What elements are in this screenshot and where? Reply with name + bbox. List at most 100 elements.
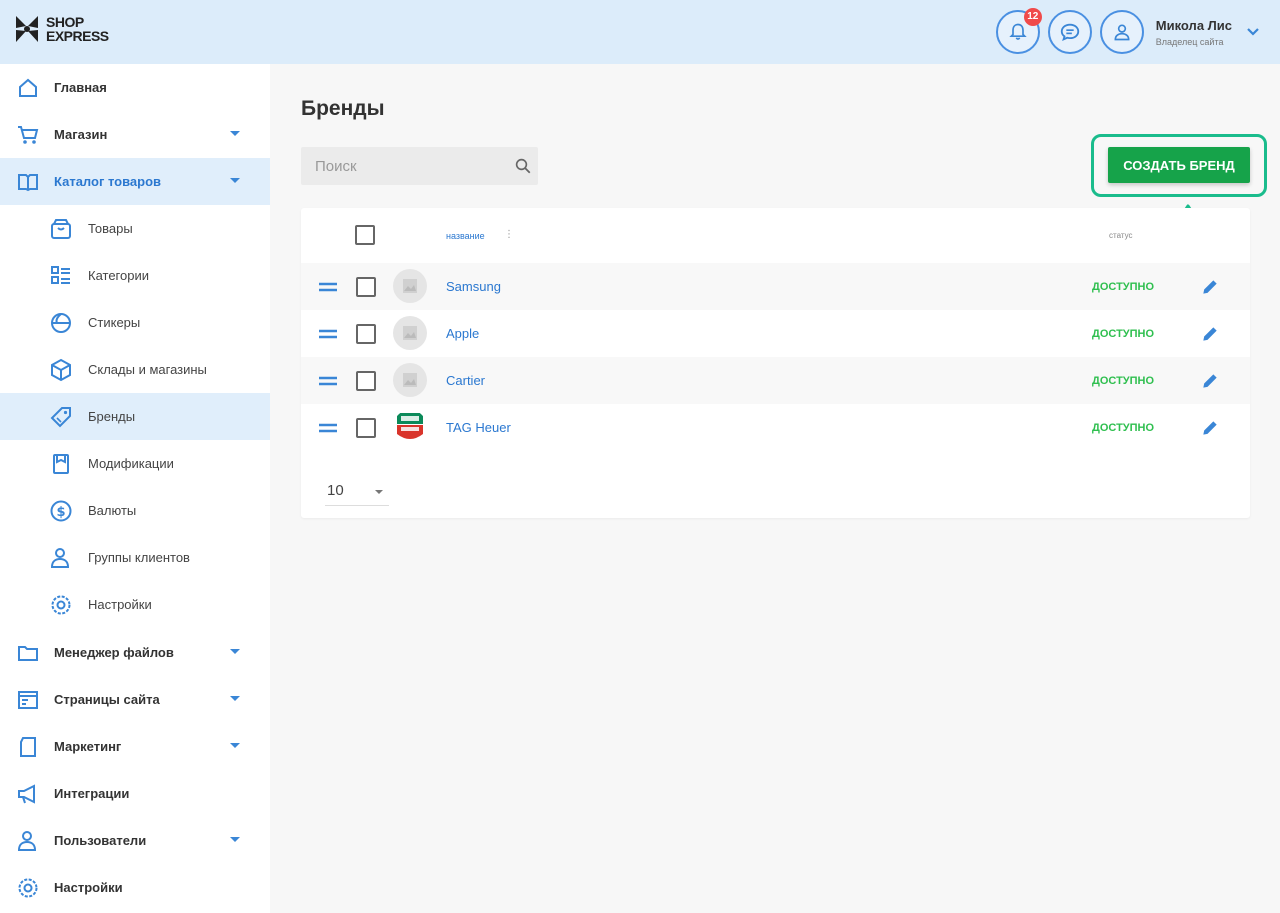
sort-icon[interactable]: ⋮: [504, 229, 514, 240]
top-actions: 12 Микола Лис Владелец сайта: [995, 8, 1260, 54]
sidebar-item-client-groups[interactable]: Группы клиентов: [0, 534, 270, 581]
table-row: TAG Heuer ДОСТУПНО: [301, 404, 1250, 451]
gear-icon: [51, 595, 71, 615]
per-page-select[interactable]: 10: [325, 480, 389, 506]
column-status-header: статус: [1109, 231, 1133, 240]
image-placeholder-icon: [403, 373, 417, 387]
tag-heuer-logo-icon: [397, 413, 423, 439]
chevron-down-icon: [230, 696, 240, 701]
brand-image-placeholder: [393, 269, 427, 303]
sidebar-item-brands[interactable]: Бренды: [0, 393, 270, 440]
sidebar-item-home[interactable]: Главная: [0, 64, 270, 111]
status-badge: ДОСТУПНО: [1092, 375, 1155, 387]
sidebar-item-catalog[interactable]: Каталог товаров: [0, 158, 270, 205]
brand-logo: [393, 410, 427, 444]
user-role: Владелец сайта: [1155, 36, 1224, 47]
pencil-icon[interactable]: [1200, 418, 1220, 438]
sidebar-item-integrations[interactable]: Интеграции: [0, 770, 270, 817]
sidebar-item-users[interactable]: Пользователи: [0, 817, 270, 864]
create-brand-button[interactable]: СОЗДАТЬ БРЕНД: [1108, 147, 1250, 183]
column-name-header[interactable]: название: [446, 231, 485, 241]
brands-table: название ⋮ статус Samsung ДОСТУПНО Apple…: [301, 208, 1250, 518]
currency-icon: $: [50, 500, 72, 522]
logo-text: SHOP EXPRESS: [46, 14, 109, 44]
brand-name-link[interactable]: Samsung: [446, 279, 501, 294]
book-icon: [18, 174, 38, 192]
status-badge: ДОСТУПНО: [1092, 281, 1155, 293]
bell-icon: [1009, 23, 1027, 40]
image-placeholder-icon: [403, 326, 417, 340]
chevron-down-icon: [230, 131, 240, 136]
table-row: Samsung ДОСТУПНО: [301, 263, 1250, 310]
messages-button[interactable]: [1047, 10, 1092, 54]
profile-button[interactable]: [1099, 10, 1144, 54]
chat-icon: [1060, 23, 1079, 41]
tag-icon: [50, 407, 71, 428]
top-bar: SHOP EXPRESS 12 Микола Лис Владелец сайт…: [0, 0, 1280, 64]
brand-name-link[interactable]: Cartier: [446, 373, 485, 388]
page-title: Бренды: [301, 97, 385, 120]
user-name: Микола Лис: [1155, 17, 1232, 33]
select-all-checkbox[interactable]: [355, 225, 375, 245]
sidebar-item-settings[interactable]: Настройки: [0, 864, 270, 911]
user-icon: [1114, 24, 1130, 41]
table-header: название ⋮ статус: [301, 208, 1250, 263]
chevron-down-icon: [230, 178, 240, 183]
sidebar-item-catalog-settings[interactable]: Настройки: [0, 581, 270, 628]
pencil-icon[interactable]: [1200, 324, 1220, 344]
drag-handle-icon[interactable]: [319, 282, 337, 292]
search-icon[interactable]: [514, 157, 532, 175]
sidebar-item-marketing[interactable]: Маркетинг: [0, 723, 270, 770]
chevron-down-icon: [230, 837, 240, 842]
sticker-icon: [51, 313, 71, 333]
sidebar-item-categories[interactable]: Категории: [0, 252, 270, 299]
brand-image-placeholder: [393, 316, 427, 350]
sidebar-item-modifications[interactable]: Модификации: [0, 440, 270, 487]
sidebar-item-stickers[interactable]: Стикеры: [0, 299, 270, 346]
sidebar-item-shop[interactable]: Магазин: [0, 111, 270, 158]
per-page-value: 10: [327, 482, 344, 499]
brand-name-link[interactable]: Apple: [446, 326, 479, 341]
drag-handle-icon[interactable]: [319, 423, 337, 433]
modification-icon: [53, 454, 69, 474]
chevron-down-icon: [375, 490, 383, 494]
drag-handle-icon[interactable]: [319, 329, 337, 339]
sidebar-item-products[interactable]: Товары: [0, 205, 270, 252]
categories-icon: [51, 266, 70, 284]
notifications-badge: 12: [1023, 8, 1042, 26]
user-menu[interactable]: Микола Лис Владелец сайта: [1156, 18, 1260, 47]
logo-mark-icon: [16, 16, 38, 42]
chevron-down-icon: [230, 649, 240, 654]
box-icon: [51, 219, 71, 239]
table-row: Cartier ДОСТУПНО: [301, 357, 1250, 404]
search-box: [301, 147, 538, 185]
brand-name-link[interactable]: TAG Heuer: [446, 420, 511, 435]
warehouse-icon: [51, 358, 71, 382]
pencil-icon[interactable]: [1200, 277, 1220, 297]
chevron-down-icon: [230, 743, 240, 748]
home-icon: [19, 78, 37, 97]
sidebar-item-currencies[interactable]: $ Валюты: [0, 487, 270, 534]
sidebar: Главная Магазин Каталог товаров Товары К…: [0, 64, 270, 913]
status-badge: ДОСТУПНО: [1092, 328, 1155, 340]
row-checkbox[interactable]: [356, 324, 376, 344]
chevron-down-icon: [1247, 28, 1259, 36]
sidebar-item-warehouses[interactable]: Склады и магазины: [0, 346, 270, 393]
search-input[interactable]: [301, 147, 501, 185]
table-row: Apple ДОСТУПНО: [301, 310, 1250, 357]
sidebar-item-file-manager[interactable]: Менеджер файлов: [0, 629, 270, 676]
logo[interactable]: SHOP EXPRESS: [14, 14, 109, 44]
brand-image-placeholder: [393, 363, 427, 397]
row-checkbox[interactable]: [356, 277, 376, 297]
cart-icon: [18, 126, 39, 144]
sidebar-item-site-pages[interactable]: Страницы сайта: [0, 676, 270, 723]
marketing-icon: [20, 737, 36, 757]
megaphone-icon: [18, 784, 35, 804]
folder-icon: [18, 646, 38, 661]
row-checkbox[interactable]: [356, 418, 376, 438]
drag-handle-icon[interactable]: [319, 376, 337, 386]
row-checkbox[interactable]: [356, 371, 376, 391]
pencil-icon[interactable]: [1200, 371, 1220, 391]
notifications-button[interactable]: 12: [995, 8, 1042, 54]
client-group-icon: [50, 548, 70, 568]
